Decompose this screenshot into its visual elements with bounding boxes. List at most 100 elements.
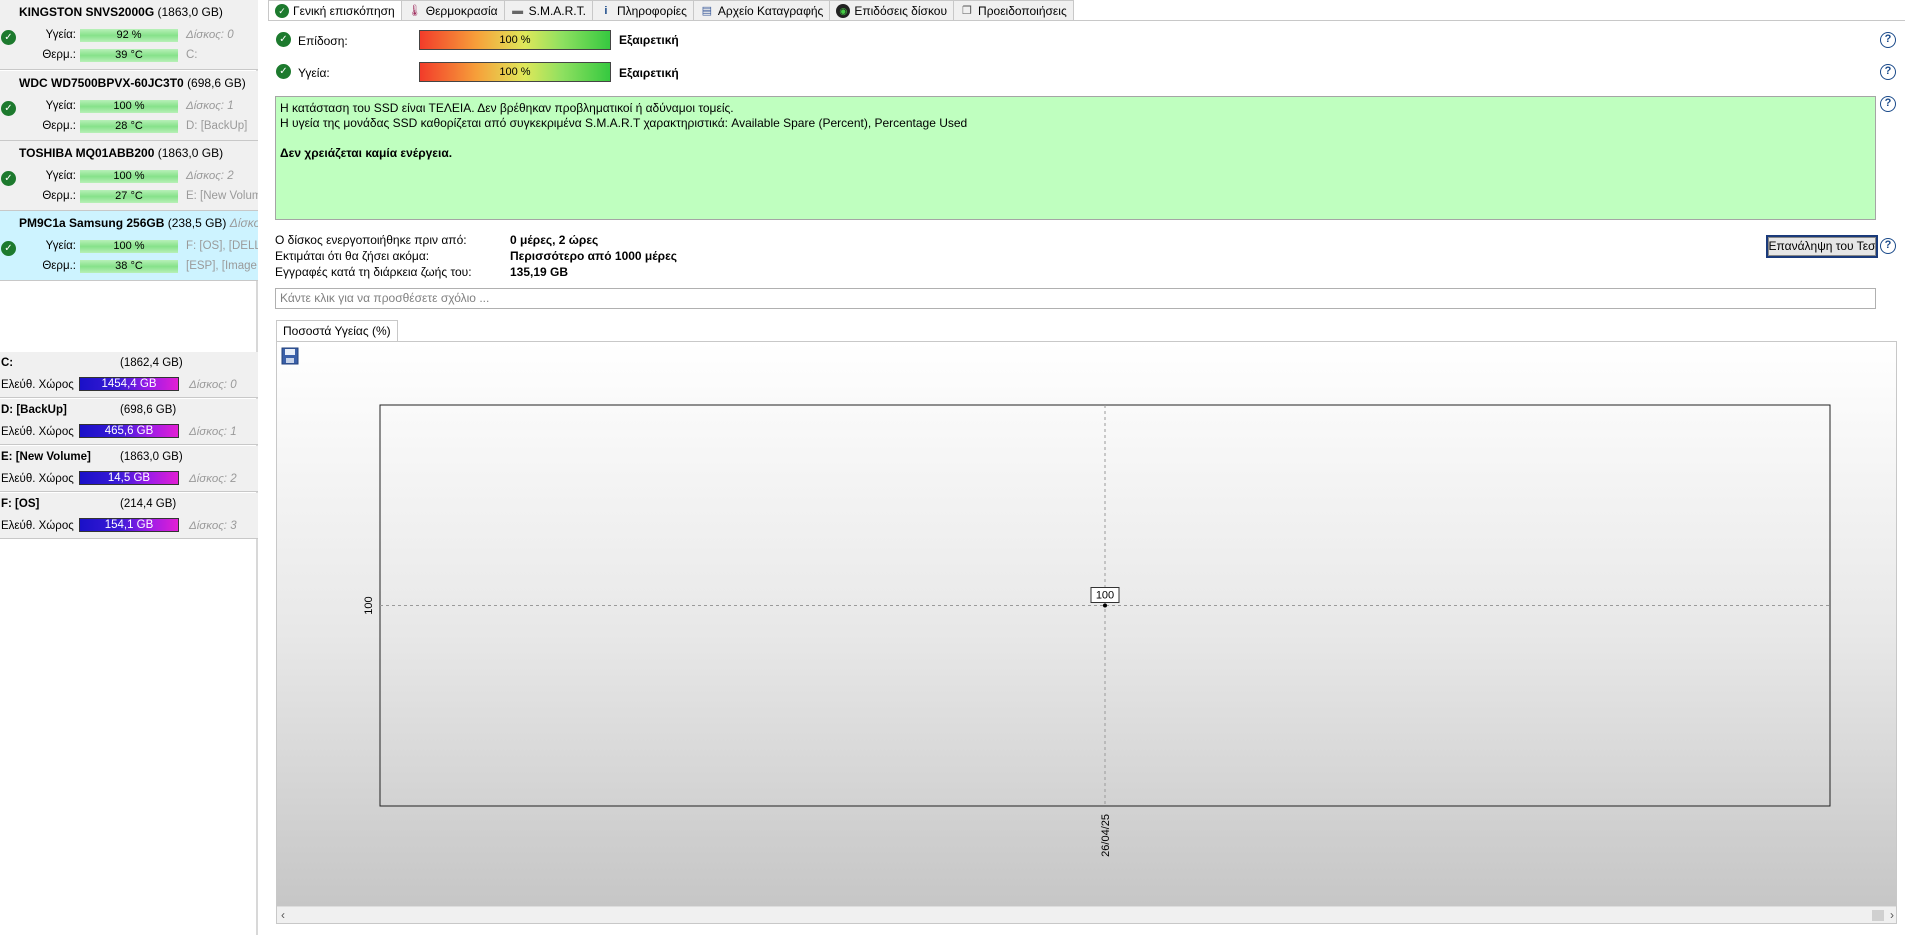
writes-value: 135,19 GB	[510, 265, 569, 279]
volume-item[interactable]: F: [OS] (214,4 GB) Ελεύθ. Χώρος 154,1 GB…	[0, 493, 258, 539]
disk-number: Δίσκος	[229, 216, 258, 230]
help-icon[interactable]: ?	[1880, 238, 1896, 254]
volume-name: D: [BackUp]	[1, 404, 67, 416]
tab-temperature[interactable]: 🌡 Θερμοκρασία	[400, 0, 505, 20]
retest-button[interactable]: Επανάληψη του Τεσ	[1766, 235, 1878, 258]
tab-label: Θερμοκρασία	[425, 3, 498, 18]
status-action: Δεν χρειάζεται καμία ενέργεια.	[280, 146, 453, 160]
performance-bar: 100 %	[419, 30, 611, 50]
check-icon: ✓	[276, 32, 291, 47]
health-label: Υγεία:	[298, 66, 330, 80]
health-bar: 100 %	[419, 62, 611, 82]
drive-volumes: D: [BackUp]	[186, 120, 248, 132]
drive-title: KINGSTON SNVS2000G (1863,0 GB)	[19, 5, 223, 19]
scroll-thumb[interactable]	[1872, 910, 1884, 921]
horizontal-scrollbar[interactable]: ‹ ›	[277, 906, 1896, 923]
volume-item[interactable]: D: [BackUp] (698,6 GB) Ελεύθ. Χώρος 465,…	[0, 399, 258, 445]
disk-number: Δίσκος: 2	[189, 473, 237, 485]
tab-disk-performance[interactable]: ◉ Επιδόσεις δίσκου	[829, 0, 955, 20]
tab-label: Πληροφορίες	[616, 3, 687, 18]
temp-label: Θερμ.:	[42, 260, 76, 272]
health-label: Υγεία:	[45, 170, 76, 182]
free-space-label: Ελεύθ. Χώρος	[1, 426, 74, 438]
scroll-left-icon[interactable]: ‹	[281, 908, 285, 922]
performance-rating: Εξαιρετική	[619, 33, 679, 47]
tab-bar: ✓ Γενική επισκόπηση 🌡 Θερμοκρασία ▬ S.M.…	[268, 0, 1074, 21]
free-space-bar: 465,6 GB	[79, 424, 179, 438]
disk-number: Δίσκος: 0	[186, 29, 234, 41]
check-icon: ✓	[1, 171, 16, 186]
tab-log[interactable]: ▤ Αρχείο Καταγραφής	[692, 0, 831, 20]
check-icon: ✓	[276, 64, 291, 79]
tab-warnings[interactable]: ❐ Προειδοποιήσεις	[953, 0, 1074, 20]
help-icon[interactable]: ?	[1880, 32, 1896, 48]
drive-item[interactable]: WDC WD7500BPVX-60JC3T0 (698,6 GB) ✓ Υγεί…	[0, 71, 258, 141]
drive-title: PM9C1a Samsung 256GB (238,5 GB) Δίσκος	[19, 216, 258, 230]
data-point	[1103, 603, 1107, 608]
health-label: Υγεία:	[45, 240, 76, 252]
volume-item[interactable]: E: [New Volume] (1863,0 GB) Ελεύθ. Χώρος…	[0, 446, 258, 492]
writes-label: Εγγραφές κατά τη διάρκεια ζωής του:	[275, 265, 472, 279]
free-space-bar: 154,1 GB	[79, 518, 179, 532]
smart-icon: ▬	[512, 4, 524, 17]
health-bar: 100 %	[80, 240, 178, 253]
help-icon[interactable]: ?	[1880, 64, 1896, 80]
warnings-icon: ❐	[962, 4, 972, 17]
disk-number: Δίσκος: 1	[186, 100, 234, 112]
volume-name: F: [OS]	[1, 498, 40, 510]
help-icon[interactable]: ?	[1880, 96, 1896, 112]
volume-size: (698,6 GB)	[120, 404, 177, 416]
y-tick-label: 100	[363, 596, 375, 614]
drive-volumes: C:	[186, 49, 198, 61]
performance-label: Επίδοση:	[298, 34, 348, 48]
status-message-box: Η κατάσταση του SSD είναι ΤΕΛΕΙΑ. Δεν βρ…	[275, 96, 1876, 220]
check-icon: ✓	[275, 4, 289, 18]
tab-health-percent-chart[interactable]: Ποσοστά Υγείας (%)	[276, 320, 398, 342]
scroll-right-icon[interactable]: ›	[1890, 908, 1894, 922]
lifetime-value: Περισσότερο από 1000 μέρες	[510, 249, 678, 263]
volume-item[interactable]: C: (1862,4 GB) Ελεύθ. Χώρος 1454,4 GB Δί…	[0, 352, 258, 398]
health-rating: Εξαιρετική	[619, 66, 679, 80]
tab-divider	[268, 20, 1905, 21]
save-icon[interactable]	[281, 347, 299, 365]
temp-label: Θερμ.:	[42, 49, 76, 61]
free-space-label: Ελεύθ. Χώρος	[1, 520, 74, 532]
x-tick-label: 26/04/25	[1100, 814, 1112, 857]
drive-item[interactable]: KINGSTON SNVS2000G (1863,0 GB) ✓ Υγεία: …	[0, 0, 258, 70]
health-chart: 100 26/04/25 100	[363, 404, 1831, 857]
health-bar: 100 %	[80, 100, 178, 113]
health-label: Υγεία:	[45, 29, 76, 41]
drive-volumes: F: [OS], [DELL	[186, 240, 258, 252]
volume-name: E: [New Volume]	[1, 451, 91, 463]
temp-label: Θερμ.:	[42, 190, 76, 202]
health-bar: 92 %	[80, 29, 178, 42]
free-space-label: Ελεύθ. Χώρος	[1, 379, 74, 391]
tab-label: Αρχείο Καταγραφής	[717, 3, 824, 18]
temp-bar: 39 °C	[80, 49, 178, 62]
tab-information[interactable]: i Πληροφορίες	[591, 0, 694, 20]
temp-label: Θερμ.:	[42, 120, 76, 132]
tab-label: Προειδοποιήσεις	[978, 3, 1067, 18]
comment-field[interactable]: Κάντε κλικ για να προσθέσετε σχόλιο ...	[275, 288, 1876, 309]
volume-size: (214,4 GB)	[120, 498, 177, 510]
thermometer-icon: 🌡	[407, 4, 422, 17]
free-space-bar: 14,5 GB	[79, 471, 179, 485]
volume-size: (1862,4 GB)	[120, 357, 183, 369]
temp-bar: 38 °C	[80, 260, 178, 273]
tab-overview[interactable]: ✓ Γενική επισκόπηση	[268, 0, 402, 21]
check-icon: ✓	[1, 101, 16, 116]
disk-number: Δίσκος: 2	[186, 170, 234, 182]
drive-item-selected[interactable]: PM9C1a Samsung 256GB (238,5 GB) Δίσκος ✓…	[0, 211, 258, 281]
disk-number: Δίσκος: 0	[189, 379, 237, 391]
lifetime-label: Εκτιμάται ότι θα ζήσει ακόμα:	[275, 249, 430, 263]
drive-item[interactable]: TOSHIBA MQ01ABB200 (1863,0 GB) ✓ Υγεία: …	[0, 141, 258, 211]
volume-size: (1863,0 GB)	[120, 451, 183, 463]
check-icon: ✓	[1, 30, 16, 45]
disk-number: Δίσκος: 1	[189, 426, 237, 438]
free-space-label: Ελεύθ. Χώρος	[1, 473, 74, 485]
disk-number: Δίσκος: 3	[189, 520, 237, 532]
health-chart-area: 100 26/04/25 100 ‹ ›	[276, 341, 1897, 924]
status-line: Η κατάσταση του SSD είναι ΤΕΛΕΙΑ. Δεν βρ…	[280, 101, 734, 115]
tab-label: Γενική επισκόπηση	[293, 4, 395, 18]
tab-smart[interactable]: ▬ S.M.A.R.T.	[503, 0, 593, 20]
